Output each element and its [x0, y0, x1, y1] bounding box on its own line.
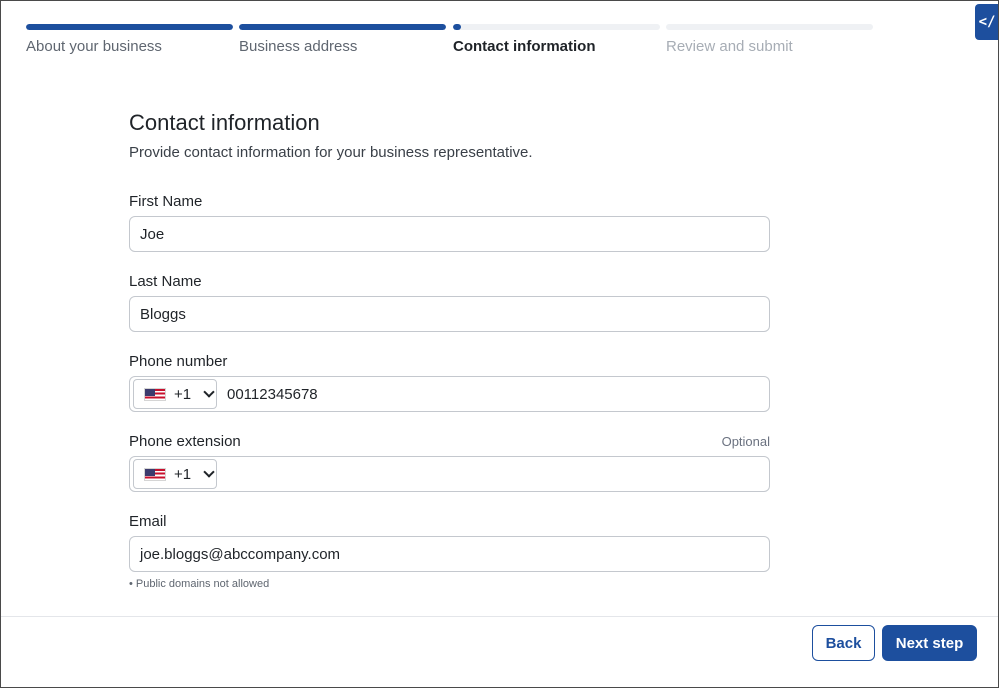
optional-badge: Optional [721, 434, 770, 449]
code-glyph: </ [978, 14, 996, 30]
phone-extension-input[interactable] [227, 457, 769, 491]
phone-number-field: Phone number +1 00112345678 [129, 353, 770, 412]
us-flag-icon [144, 387, 166, 401]
country-code-select[interactable]: +1 [133, 379, 217, 409]
step-progress-fill [239, 24, 446, 30]
first-name-input[interactable]: Joe [129, 216, 770, 252]
email-hint: • Public domains not allowed [129, 578, 270, 590]
step-about-business[interactable]: About your business [26, 24, 233, 55]
step-progress-bar [26, 24, 233, 30]
phone-extension-field: Phone extension Optional +1 [129, 433, 770, 492]
step-progress-bar [666, 24, 873, 30]
page-title: Contact information [129, 110, 320, 135]
step-progress-fill [26, 24, 233, 30]
step-label: About your business [26, 38, 162, 55]
chevron-down-icon [203, 466, 215, 478]
step-label: Contact information [453, 38, 596, 55]
step-progress-fill [453, 24, 462, 30]
first-name-label: First Name [129, 193, 203, 210]
us-flag-icon [144, 467, 166, 481]
email-field: Email joe.bloggs@abccompany.com • Public… [129, 513, 770, 590]
step-business-address[interactable]: Business address [239, 24, 446, 55]
chevron-down-icon [203, 386, 215, 398]
footer-bar: Back Next step [0, 616, 999, 688]
step-label: Review and submit [666, 38, 793, 55]
email-label: Email [129, 513, 167, 530]
email-input[interactable]: joe.bloggs@abccompany.com [129, 536, 770, 572]
code-icon[interactable]: </ [975, 4, 999, 40]
country-code-value: +1 [174, 385, 192, 403]
last-name-label: Last Name [129, 273, 202, 290]
phone-extension-label: Phone extension [129, 433, 241, 450]
last-name-field: Last Name Bloggs [129, 273, 770, 332]
step-contact-information[interactable]: Contact information [453, 24, 660, 55]
phone-number-input-group: +1 00112345678 [129, 376, 770, 412]
last-name-input[interactable]: Bloggs [129, 296, 770, 332]
step-progress-bar [453, 24, 660, 30]
back-button[interactable]: Back [812, 625, 875, 661]
step-review-submit[interactable]: Review and submit [666, 24, 873, 55]
step-progress-bar [239, 24, 446, 30]
country-code-value: +1 [174, 465, 192, 483]
step-label: Business address [239, 38, 358, 55]
phone-number-input[interactable]: 00112345678 [227, 386, 318, 403]
page-subtitle: Provide contact information for your bus… [129, 144, 533, 161]
progress-stepper: About your business Business address Con… [26, 24, 874, 64]
first-name-field: First Name Joe [129, 193, 770, 252]
extension-country-code-select[interactable]: +1 [133, 459, 217, 489]
phone-number-label: Phone number [129, 353, 228, 370]
next-step-button[interactable]: Next step [882, 625, 977, 661]
form-header: Contact information Provide contact info… [129, 110, 770, 161]
phone-extension-input-group: +1 [129, 456, 770, 492]
